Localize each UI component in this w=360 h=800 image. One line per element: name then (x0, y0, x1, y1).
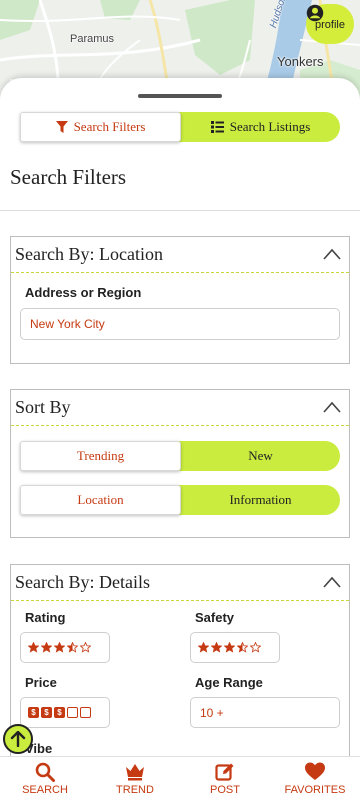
nav-favorites[interactable]: FAVORITES (270, 757, 360, 800)
nav-trend-label: TREND (116, 783, 154, 796)
star-full-icon[interactable] (211, 642, 222, 653)
price-label: Price (25, 675, 57, 690)
nav-search-label: SEARCH (22, 783, 68, 796)
page-title: Search Filters (10, 165, 127, 189)
chevron-up-icon[interactable] (323, 401, 341, 413)
search-icon (35, 762, 55, 782)
dollar-filled-icon[interactable]: $ (54, 707, 65, 718)
sort-card: Sort By Trending New Location Informatio… (10, 389, 350, 538)
view-toggle: Search Filters Search Listings (20, 112, 340, 142)
nav-trend[interactable]: TREND (90, 757, 180, 800)
safety-selector[interactable] (190, 632, 280, 663)
sort-card-title: Sort By (15, 397, 71, 417)
star-full-icon[interactable] (224, 642, 235, 653)
star-half-icon[interactable] (67, 642, 78, 653)
rating-selector[interactable] (20, 632, 110, 663)
dollar-empty-icon[interactable] (80, 707, 91, 718)
star-empty-icon[interactable] (80, 642, 91, 653)
sort-option-new[interactable]: New (181, 441, 340, 471)
title-divider (0, 210, 360, 211)
dollar-empty-icon[interactable] (67, 707, 78, 718)
sort-toggle-trending-new: Trending New (20, 441, 340, 471)
star-half-icon[interactable] (237, 642, 248, 653)
heart-icon (305, 762, 325, 780)
star-full-icon[interactable] (54, 642, 65, 653)
dollar-filled-icon[interactable]: $ (28, 707, 39, 718)
filter-icon (55, 121, 68, 133)
sort-option-trending[interactable]: Trending (20, 441, 181, 471)
star-full-icon[interactable] (28, 642, 39, 653)
star-empty-icon[interactable] (250, 642, 261, 653)
location-card-title: Search By: Location (15, 244, 163, 264)
tab-search-listings[interactable]: Search Listings (181, 112, 340, 142)
star-full-icon[interactable] (198, 642, 209, 653)
sort-toggle-location-information: Location Information (20, 485, 340, 515)
address-input[interactable]: New York City (20, 308, 340, 340)
sort-option-location[interactable]: Location (20, 485, 181, 515)
location-card: Search By: Location Address or Region Ne… (10, 236, 350, 364)
sort-option-information[interactable]: Information (181, 485, 340, 515)
filter-sheet: Search Filters Search Listings Search Fi… (0, 78, 360, 800)
price-selector[interactable]: $ $ $ (20, 697, 110, 728)
rating-label: Rating (25, 610, 66, 625)
map-label-paramus: Paramus (70, 33, 115, 45)
details-card-title: Search By: Details (15, 572, 150, 592)
details-card-header[interactable]: Search By: Details (11, 565, 349, 601)
chevron-up-icon[interactable] (323, 248, 341, 260)
star-full-icon[interactable] (41, 642, 52, 653)
edit-icon (215, 763, 234, 781)
drag-handle[interactable] (138, 94, 222, 98)
tab-search-filters[interactable]: Search Filters (20, 112, 181, 142)
address-label: Address or Region (25, 285, 142, 300)
map-label-yonkers: Yonkers (277, 54, 324, 69)
scroll-top-button[interactable] (3, 724, 33, 754)
bottom-nav: SEARCH TREND POST FAVORITES (0, 756, 360, 800)
age-range-input[interactable]: 10 + (190, 697, 340, 728)
profile-button[interactable]: profile (306, 4, 354, 44)
nav-post-label: POST (210, 783, 240, 796)
chevron-up-icon[interactable] (323, 576, 341, 588)
list-icon (210, 121, 224, 133)
safety-label: Safety (195, 610, 235, 625)
crown-icon (126, 763, 144, 780)
sort-card-header[interactable]: Sort By (11, 390, 349, 426)
details-card: Search By: Details Rating Safety Price $… (10, 564, 350, 764)
age-range-label: Age Range (195, 675, 263, 690)
tab-search-filters-label: Search Filters (73, 119, 146, 134)
nav-favorites-label: FAVORITES (284, 783, 346, 796)
dollar-filled-icon[interactable]: $ (41, 707, 52, 718)
arrow-up-icon (10, 731, 26, 747)
account-circle-icon (306, 4, 324, 22)
nav-post[interactable]: POST (180, 757, 270, 800)
location-card-header[interactable]: Search By: Location (11, 237, 349, 273)
tab-search-listings-label: Search Listings (229, 119, 311, 134)
nav-search[interactable]: SEARCH (0, 757, 90, 800)
